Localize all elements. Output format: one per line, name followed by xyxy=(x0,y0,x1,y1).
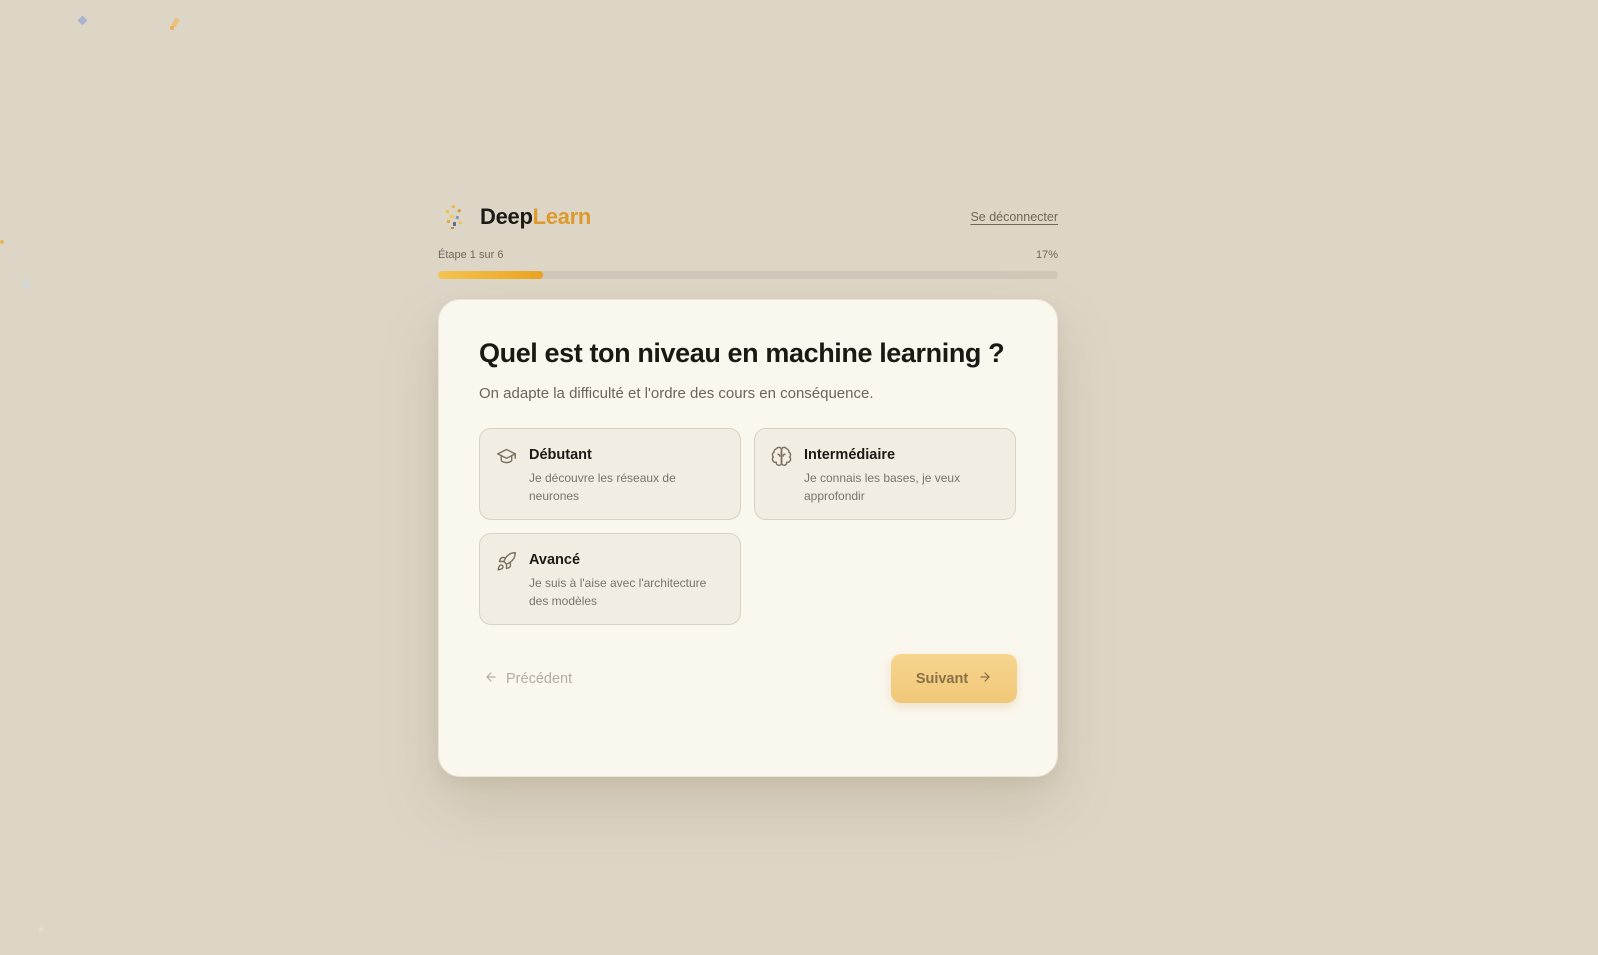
navigation-row: Précédent Suivant xyxy=(479,654,1017,703)
logout-link[interactable]: Se déconnecter xyxy=(970,210,1058,224)
option-description: Je suis à l'aise avec l'architecture des… xyxy=(529,576,707,608)
arrow-left-icon xyxy=(484,670,498,688)
question-title: Quel est ton niveau en machine learning … xyxy=(479,338,1005,368)
next-button-label: Suivant xyxy=(915,670,969,687)
graduation-cap-icon xyxy=(496,446,517,467)
rocket-icon xyxy=(496,551,517,572)
option-description: Je découvre les réseaux de neurones xyxy=(529,471,676,503)
option-avance[interactable]: Avancé Je suis à l'aise avec l'architect… xyxy=(479,533,741,625)
brain-icon xyxy=(771,446,792,467)
question-card: Quel est ton niveau en machine learning … xyxy=(438,299,1058,777)
onboarding-container: DeepLearn Se déconnecter Étape 1 sur 6 1… xyxy=(438,200,1058,777)
progress-bar xyxy=(438,271,1058,279)
confetti-piece xyxy=(170,26,174,30)
option-title: Débutant xyxy=(529,447,592,463)
brand-name-part2: Learn xyxy=(532,204,592,229)
progress-bar-fill xyxy=(438,271,544,279)
option-debutant[interactable]: Débutant Je découvre les réseaux de neur… xyxy=(479,428,741,520)
option-title: Intermédiaire xyxy=(804,447,896,463)
option-title: Avancé xyxy=(529,552,581,568)
confetti-piece xyxy=(77,15,88,26)
header: DeepLearn Se déconnecter xyxy=(438,200,1058,234)
brand-name-part1: Deep xyxy=(480,204,533,229)
option-description: Je connais les bases, je veux approfondi… xyxy=(804,471,961,503)
confetti-piece xyxy=(0,240,4,244)
brand: DeepLearn xyxy=(438,204,591,230)
level-options: Débutant Je découvre les réseaux de neur… xyxy=(479,428,1017,625)
confetti-sparkle-icon xyxy=(444,204,466,230)
progress-percent: 17% xyxy=(1035,249,1058,261)
brand-name: DeepLearn xyxy=(480,204,591,230)
confetti-piece xyxy=(39,927,43,931)
progress-labels: Étape 1 sur 6 17% xyxy=(438,249,1058,261)
question-subtitle: On adapte la difficulté et l'ordre des c… xyxy=(479,385,874,402)
previous-button-label: Précédent xyxy=(506,670,573,687)
previous-button[interactable]: Précédent xyxy=(479,670,572,688)
arrow-right-icon xyxy=(978,670,992,688)
step-label: Étape 1 sur 6 xyxy=(438,249,504,261)
next-button[interactable]: Suivant xyxy=(891,654,1017,703)
option-intermediaire[interactable]: Intermédiaire Je connais les bases, je v… xyxy=(754,428,1016,520)
confetti-piece xyxy=(23,281,29,287)
